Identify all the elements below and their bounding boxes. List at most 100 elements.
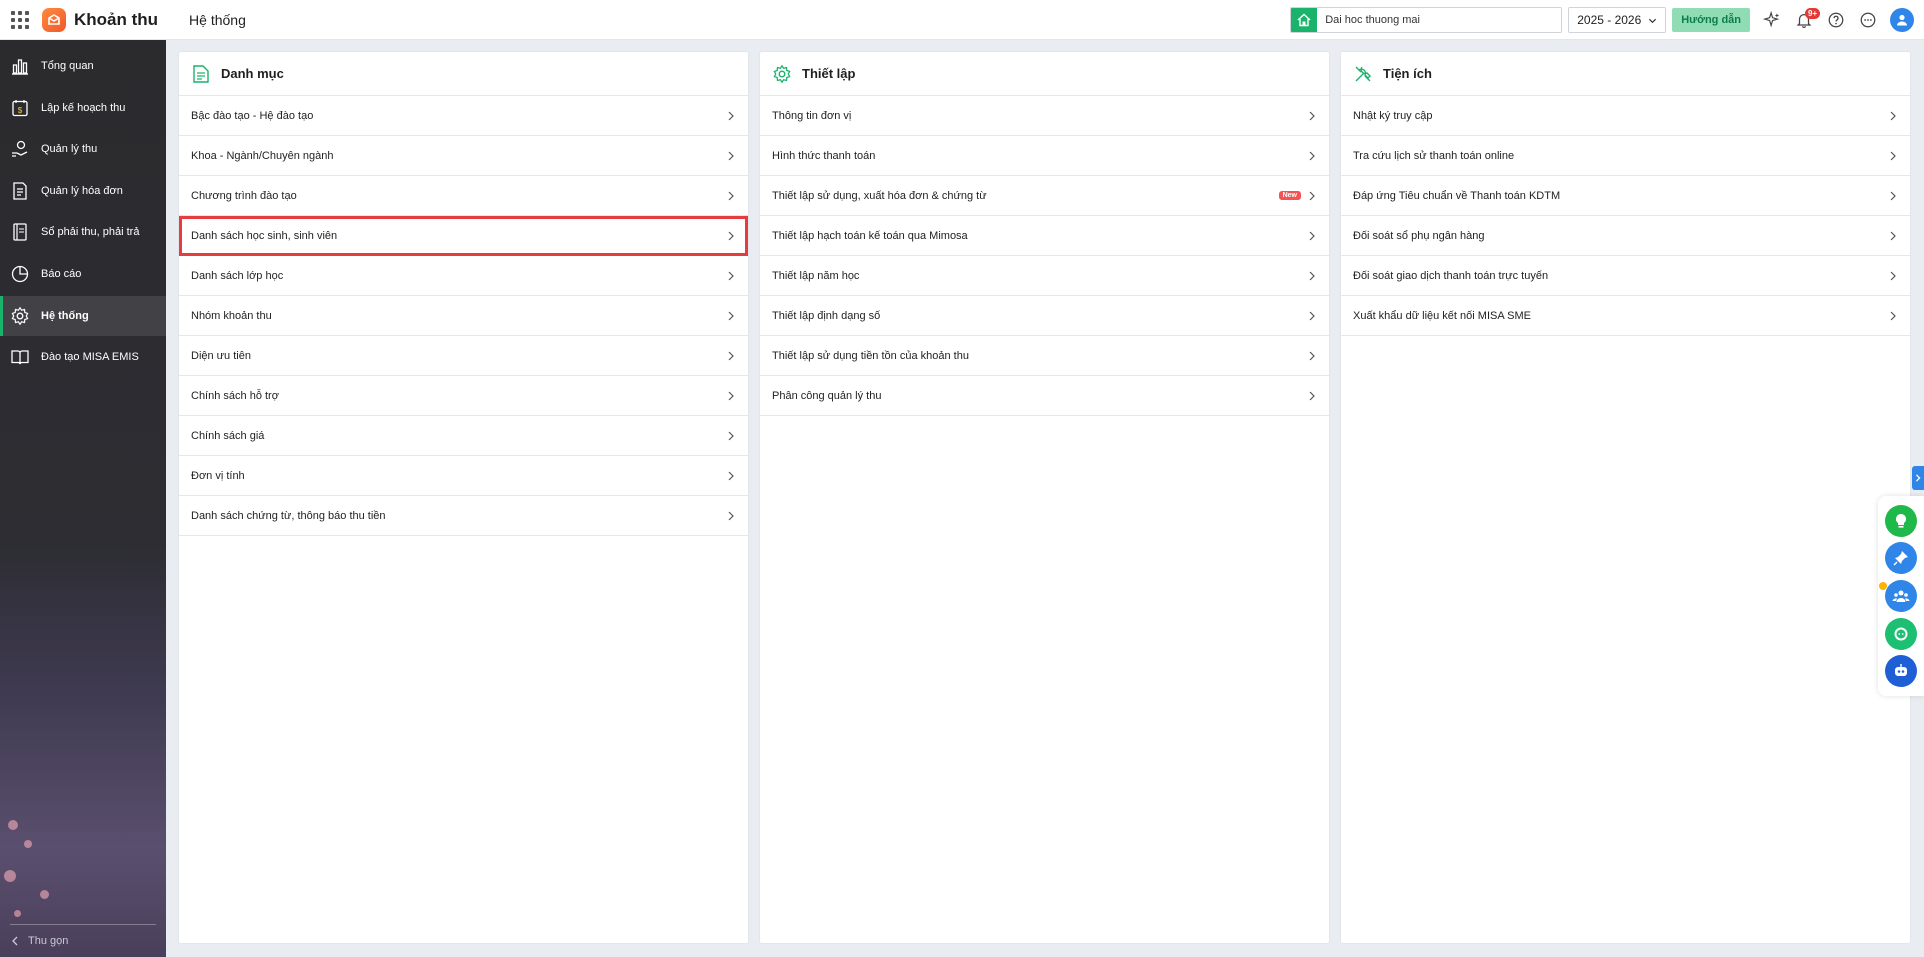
list-item[interactable]: Xuất khẩu dữ liệu kết nối MISA SME	[1341, 296, 1910, 336]
chevron-right-icon	[1915, 474, 1921, 482]
list-item-label: Bậc đào tạo - Hệ đào tạo	[191, 109, 314, 122]
list-item[interactable]: Đơn vị tính	[179, 456, 748, 496]
list-item[interactable]: Hình thức thanh toán	[760, 136, 1329, 176]
chevron-right-icon	[1309, 311, 1315, 320]
gear-icon	[772, 64, 792, 84]
grid-icon	[11, 10, 29, 29]
chat-icon	[1894, 627, 1908, 641]
chevron-right-icon	[1309, 391, 1315, 400]
chevron-down-icon	[1649, 18, 1657, 23]
sidebar-item-label: Sổ phải thu, phải trả	[41, 226, 140, 239]
list-item-label: Thông tin đơn vị	[772, 109, 852, 122]
sidebar-item-overview[interactable]: Tổng quan	[0, 46, 166, 86]
robot-icon	[1895, 664, 1907, 677]
ledger-icon	[8, 220, 32, 244]
panel-header: Tiện ích	[1341, 52, 1910, 96]
year-select[interactable]: 2025 - 2026	[1568, 7, 1667, 33]
ai-sparkle-button[interactable]	[1756, 0, 1788, 40]
chevron-right-icon	[728, 151, 734, 160]
list-item[interactable]: Thiết lập định dạng số	[760, 296, 1329, 336]
list-item[interactable]: Thiết lập năm học	[760, 256, 1329, 296]
blossom-decoration	[40, 890, 49, 899]
list-item[interactable]: Tra cứu lịch sử thanh toán online	[1341, 136, 1910, 176]
idea-button[interactable]	[1885, 504, 1917, 537]
list-item[interactable]: Đối soát sổ phụ ngân hàng	[1341, 216, 1910, 256]
notification-button[interactable]: 9+	[1788, 0, 1821, 40]
sidebar-item-reports[interactable]: Báo cáo	[0, 254, 166, 294]
list-item[interactable]: Thiết lập sử dụng tiền tồn của khoản thu	[760, 336, 1329, 376]
app-logo	[42, 7, 66, 32]
more-icon	[1860, 12, 1876, 28]
list-item[interactable]: Thông tin đơn vị	[760, 96, 1329, 136]
list-item[interactable]: Phân công quản lý thu	[760, 376, 1329, 416]
list-item[interactable]: Chính sách giá	[179, 416, 748, 456]
panel-title: Tiện ích	[1383, 66, 1432, 81]
list-item[interactable]: Thiết lập sử dụng, xuất hóa đơn & chứng …	[760, 176, 1329, 216]
sidebar-item-system[interactable]: Hệ thống	[0, 295, 166, 336]
collapse-button[interactable]: Thu gọn	[10, 924, 156, 947]
list-item[interactable]: Đáp ứng Tiêu chuẩn về Thanh toán KDTM	[1341, 176, 1910, 216]
chevron-right-icon	[1890, 191, 1896, 200]
list-item-label: Đối soát sổ phụ ngân hàng	[1353, 229, 1485, 242]
list-item[interactable]: Khoa - Ngành/Chuyên ngành	[179, 136, 748, 176]
sidebar-item-label: Báo cáo	[41, 267, 82, 280]
list-item-student-list[interactable]: Danh sách học sinh, sinh viên	[179, 216, 748, 256]
blossom-decoration	[14, 910, 21, 917]
list-item-label: Danh sách học sinh, sinh viên	[191, 229, 338, 242]
list-item-label: Thiết lập định dạng số	[772, 309, 881, 322]
list-item-label: Hình thức thanh toán	[772, 149, 876, 162]
avatar[interactable]	[1890, 8, 1914, 32]
panel-settings: Thiết lập Thông tin đơn vị Hình thức tha…	[760, 52, 1329, 943]
users-icon	[1892, 590, 1910, 602]
chart-icon	[8, 54, 32, 78]
gear-icon	[8, 304, 32, 328]
assistant-button[interactable]	[1885, 655, 1917, 688]
hand-money-icon	[8, 137, 32, 161]
list-item-label: Nhóm khoản thu	[191, 309, 272, 322]
list-item[interactable]: Đối soát giao dịch thanh toán trực tuyến	[1341, 256, 1910, 296]
sidebar-item-ledger[interactable]: Sổ phải thu, phải trả	[0, 212, 166, 252]
chevron-right-icon	[728, 511, 734, 520]
sidebar: Tổng quan $ Lập kế hoạch thu Quản lý thu…	[0, 40, 166, 957]
chat-bot-button[interactable]	[1885, 617, 1917, 650]
pin-icon	[1893, 551, 1908, 566]
community-button[interactable]	[1879, 579, 1917, 612]
panel-title: Danh mục	[221, 66, 284, 81]
list-item-label: Xuất khẩu dữ liệu kết nối MISA SME	[1353, 309, 1531, 322]
list-item[interactable]: Chính sách hỗ trợ	[179, 376, 748, 416]
chevron-right-icon	[1890, 271, 1896, 280]
list-item[interactable]: Chương trình đào tạo	[179, 176, 748, 216]
list-item[interactable]: Diện ưu tiên	[179, 336, 748, 376]
list-item[interactable]: Danh sách lớp học	[179, 256, 748, 296]
unit-selector[interactable]	[1290, 7, 1563, 33]
app-launcher-button[interactable]	[0, 0, 40, 40]
list-item-label: Đơn vị tính	[191, 469, 245, 482]
sidebar-item-plan[interactable]: $ Lập kế hoạch thu	[0, 88, 166, 128]
chevron-right-icon	[728, 391, 734, 400]
list-item[interactable]: Nhóm khoản thu	[179, 296, 748, 336]
guide-button[interactable]: Hướng dẫn	[1672, 8, 1750, 32]
help-button[interactable]	[1820, 0, 1852, 40]
chevron-left-icon	[12, 936, 18, 946]
sidebar-item-invoices[interactable]: Quản lý hóa đơn	[0, 171, 166, 211]
unit-input[interactable]	[1317, 8, 1562, 32]
expand-tools-tab[interactable]	[1912, 466, 1924, 490]
list-item[interactable]: Thiết lập hạch toán kế toán qua Mimosa	[760, 216, 1329, 256]
more-button[interactable]	[1852, 0, 1884, 40]
sidebar-item-collections[interactable]: Quản lý thu	[0, 129, 166, 169]
sidebar-item-label: Quản lý thu	[41, 143, 98, 156]
list-item[interactable]: Nhật ký truy cập	[1341, 96, 1910, 136]
sidebar-item-training[interactable]: Đào tạo MISA EMIS	[0, 337, 166, 377]
chevron-right-icon	[1890, 111, 1896, 120]
pin-button[interactable]	[1885, 542, 1917, 575]
sidebar-item-label: Đào tạo MISA EMIS	[41, 351, 139, 364]
list-item-label: Thiết lập hạch toán kế toán qua Mimosa	[772, 229, 968, 242]
list-item[interactable]: Bậc đào tạo - Hệ đào tạo	[179, 96, 748, 136]
lightbulb-icon	[1896, 513, 1906, 528]
list-item[interactable]: Danh sách chứng từ, thông báo thu tiền	[179, 496, 748, 536]
sidebar-item-label: Hệ thống	[41, 309, 89, 322]
tools-icon	[1353, 64, 1373, 84]
chevron-right-icon	[1309, 351, 1315, 360]
app-name: Khoản thu	[74, 9, 159, 29]
chevron-right-icon	[728, 351, 734, 360]
